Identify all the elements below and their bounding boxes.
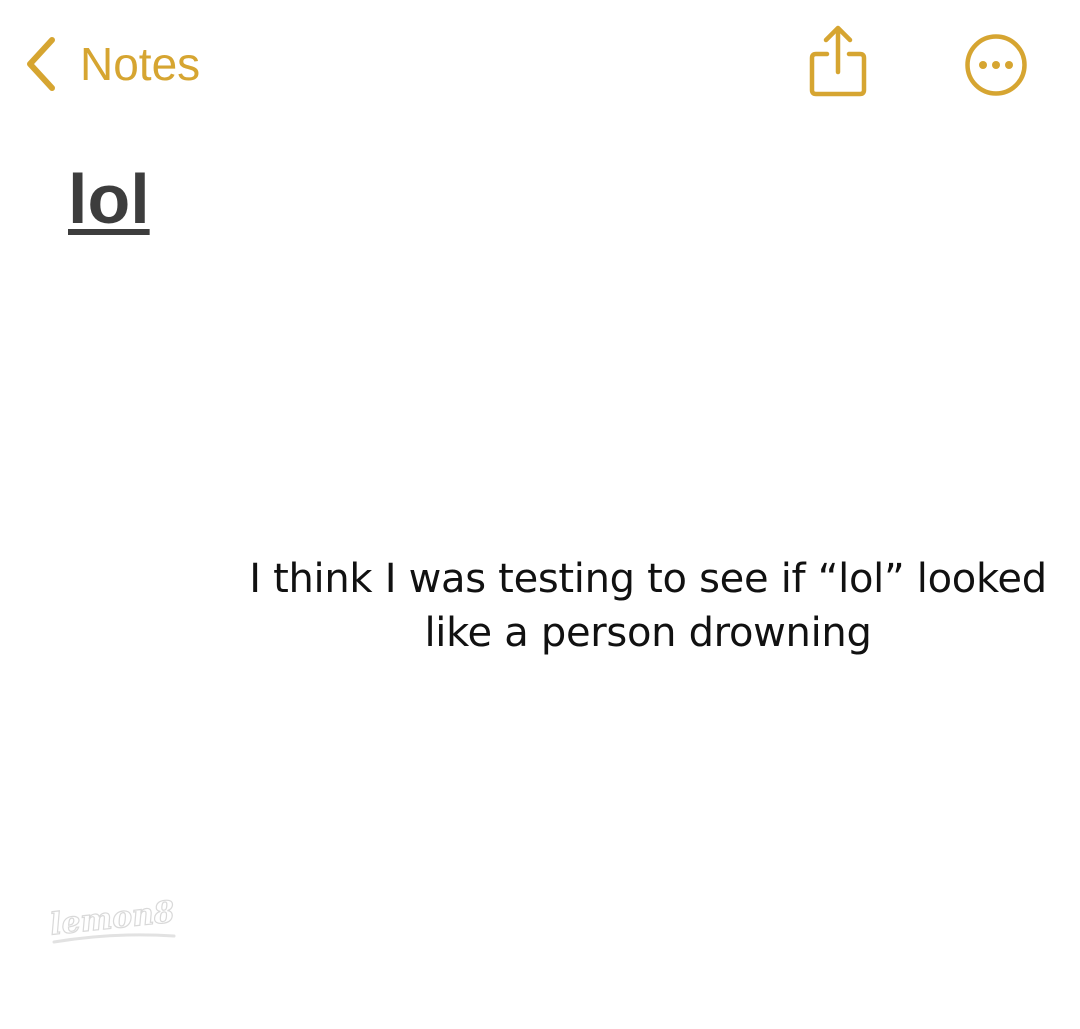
share-icon (807, 25, 869, 104)
chevron-left-icon (22, 36, 58, 92)
watermark-logo: lemon8 (44, 890, 184, 950)
share-button[interactable] (807, 24, 869, 100)
note-title[interactable]: lol (68, 156, 150, 242)
ellipsis-circle-icon (964, 34, 1028, 101)
back-button[interactable]: Notes (22, 32, 200, 96)
more-button[interactable] (964, 33, 1028, 97)
overlay-caption: I think I was testing to see if “lol” lo… (249, 556, 1047, 656)
back-button-label: Notes (80, 38, 201, 90)
